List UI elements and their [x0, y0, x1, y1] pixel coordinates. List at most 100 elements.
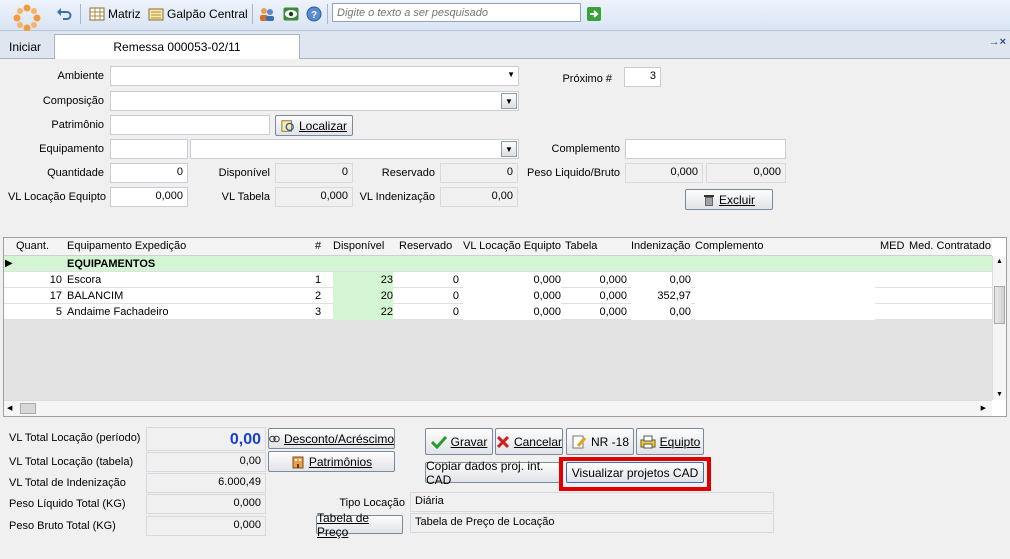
patrimonios-button[interactable]: Patrimônios — [268, 451, 395, 472]
col-num[interactable]: # — [315, 240, 321, 252]
reservado-value: 0 — [440, 163, 518, 183]
scroll-thumb[interactable] — [20, 403, 36, 414]
excluir-button[interactable]: Excluir — [685, 189, 773, 210]
group-row[interactable]: ▶ EQUIPAMENTOS — [4, 256, 992, 272]
peso-bruto-value: 0,000 — [146, 516, 266, 536]
users-icon[interactable] — [259, 5, 275, 23]
equipment-grid[interactable]: Quant. Equipamento Expedição # Disponíve… — [3, 237, 1007, 417]
vertical-scrollbar[interactable]: ▲ ▼ — [992, 256, 1006, 400]
equipto-button[interactable]: Equipto — [636, 428, 704, 455]
cell-equip: BALANCIM — [67, 290, 124, 302]
vl-locacao-label: VL Locação Equipto — [7, 191, 106, 203]
cell-res: 0 — [452, 274, 459, 286]
cell-tab: 0,000 — [599, 290, 627, 302]
cell-num: 1 — [315, 274, 322, 286]
scroll-down-icon[interactable]: ▼ — [996, 391, 1003, 398]
col-reservado[interactable]: Reservado — [399, 240, 452, 252]
tabela-preco-button[interactable]: Tabela de Preço — [316, 511, 403, 539]
patrimonio-label: Patrimônio — [51, 119, 104, 131]
col-vl-locacao[interactable]: VL Locação Equipto — [463, 240, 561, 252]
col-equipamento[interactable]: Equipamento Expedição — [67, 240, 186, 252]
toolbar-separator — [80, 4, 81, 24]
desconto-button[interactable]: Desconto/Acréscimo — [268, 428, 395, 449]
tab-iniciar[interactable]: Iniciar — [0, 34, 50, 58]
equipamento-code-input[interactable] — [110, 139, 188, 159]
cell-vl: 0,000 — [463, 304, 561, 320]
vl-tabela-label: VL Tabela — [221, 191, 270, 203]
proximo-input[interactable]: 3 — [624, 67, 661, 87]
cell-quant: 5 — [55, 306, 62, 318]
vl-total-tabela-value: 0,00 — [146, 452, 266, 472]
nr18-button[interactable]: NR -18 — [566, 428, 634, 455]
desconto-label: Desconto/Acréscimo — [283, 431, 394, 446]
vl-total-tabela-label: VL Total Locação (tabela) — [9, 456, 134, 468]
cell-disp: 20 — [333, 288, 393, 304]
gravar-label: Gravar — [450, 434, 488, 449]
disponivel-label: Disponível — [218, 167, 270, 179]
equipamento-select[interactable]: ▼ — [190, 139, 519, 159]
view-eye-icon[interactable] — [283, 5, 299, 23]
check-icon — [430, 435, 447, 449]
disponivel-value: 0 — [275, 163, 353, 183]
nr18-label: NR -18 — [590, 434, 629, 449]
col-med[interactable]: MED — [880, 240, 904, 252]
peso-liq-value: 0,000 — [146, 494, 266, 514]
col-med-contratado[interactable]: Med. Contratado — [909, 240, 991, 252]
equipamento-label: Equipamento — [39, 143, 104, 155]
grid-header: Quant. Equipamento Expedição # Disponíve… — [4, 238, 992, 256]
table-row[interactable]: 10 Escora 1 23 0 0,000 0,000 0,00 — [4, 272, 992, 288]
search-go-icon[interactable] — [586, 5, 602, 23]
cell-disp: 23 — [333, 272, 393, 288]
patrimonio-input[interactable] — [110, 115, 270, 135]
col-complemento[interactable]: Complemento — [695, 240, 763, 252]
cell-tab: 0,000 — [599, 306, 627, 318]
table-row[interactable]: 17 BALANCIM 2 20 0 0,000 0,000 352,97 — [4, 288, 992, 304]
chevron-down-icon[interactable]: ▼ — [501, 141, 517, 157]
cell-complemento — [695, 304, 875, 320]
vl-locacao-input[interactable]: 0,000 — [110, 187, 188, 207]
cell-complemento — [695, 272, 875, 288]
cancel-x-icon — [496, 435, 510, 448]
help-icon[interactable]: ? — [306, 5, 322, 23]
col-quant[interactable]: Quant. — [16, 240, 49, 252]
chevron-down-icon[interactable]: ▼ — [501, 93, 517, 109]
col-indenizacao[interactable]: Indenização — [631, 240, 690, 252]
ambiente-select[interactable]: ▼ — [110, 66, 519, 86]
quantidade-label: Quantidade — [47, 167, 104, 179]
composicao-select[interactable]: ▼ — [110, 91, 519, 111]
cancelar-button[interactable]: Cancelar — [495, 428, 563, 455]
horizontal-scrollbar[interactable]: ◀ ▶ — [4, 400, 992, 416]
cell-ind: 352,97 — [631, 288, 691, 304]
scroll-up-icon[interactable]: ▲ — [996, 258, 1003, 265]
scroll-thumb[interactable] — [994, 286, 1005, 324]
col-tabela[interactable]: Tabela — [565, 240, 597, 252]
cell-quant: 10 — [49, 274, 62, 286]
group-label: EQUIPAMENTOS — [67, 258, 156, 270]
app-logo-icon[interactable] — [12, 3, 42, 33]
undo-icon[interactable] — [56, 5, 72, 23]
proximo-label: Próximo # — [562, 73, 612, 85]
trash-icon — [703, 194, 714, 206]
peso-label: Peso Liquido/Bruto — [527, 167, 620, 179]
gravar-button[interactable]: Gravar — [425, 428, 493, 455]
matriz-button[interactable]: Matriz — [89, 5, 141, 23]
quantidade-input[interactable]: 0 — [110, 163, 188, 183]
cell-num: 3 — [315, 306, 322, 318]
galpao-button[interactable]: Galpão Central — [148, 5, 248, 23]
tabela-preco-button-label: Tabela de Preço — [317, 510, 370, 539]
building-icon — [292, 456, 304, 468]
table-row[interactable]: 5 Andaime Fachadeiro 3 22 0 0,000 0,000 … — [4, 304, 992, 320]
close-tab-icon[interactable]: →× — [989, 36, 1006, 48]
scroll-right-icon[interactable]: ▶ — [981, 404, 986, 412]
printer-icon — [640, 435, 656, 448]
search-input[interactable] — [332, 3, 581, 22]
ambiente-label: Ambiente — [57, 70, 104, 82]
col-disponivel[interactable]: Disponível — [333, 240, 384, 252]
copiar-cad-button[interactable]: Copiar dados proj. int. CAD — [425, 459, 560, 487]
localizar-button[interactable]: Localizar — [275, 115, 353, 136]
cell-tab: 0,000 — [599, 274, 627, 286]
vl-total-periodo-value: 0,00 — [146, 427, 266, 451]
scroll-left-icon[interactable]: ◀ — [7, 404, 12, 412]
complemento-input[interactable] — [625, 139, 786, 159]
tab-remessa[interactable]: Remessa 000053-02/11 — [54, 34, 300, 59]
